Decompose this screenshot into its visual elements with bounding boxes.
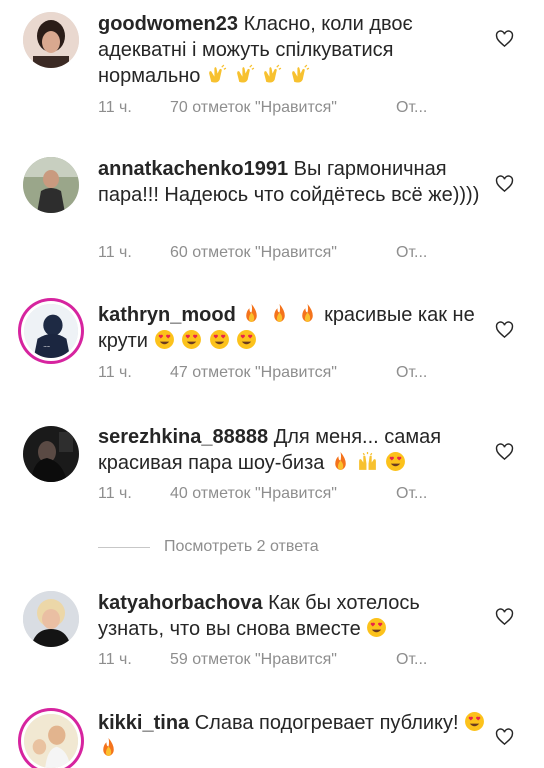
fire-icon	[301, 304, 313, 322]
comment-emojis	[241, 304, 324, 326]
comment-meta: 11 ч. 40 отметок "Нравится" От...	[98, 484, 427, 504]
heart-eyes-icon	[465, 712, 485, 731]
heart-eyes-icon	[209, 330, 229, 349]
like-heart-icon[interactable]	[495, 30, 514, 48]
reply-button[interactable]: От...	[396, 98, 427, 118]
avatar[interactable]	[23, 591, 79, 647]
comment-time: 11 ч.	[98, 99, 132, 116]
comment-likes[interactable]: 59 отметок "Нравится"	[170, 650, 396, 670]
comment-username[interactable]: katyahorbachova	[98, 592, 263, 614]
heart-eyes-icon	[154, 330, 174, 349]
comment-username[interactable]: kikki_tina	[98, 712, 189, 734]
comment-likes[interactable]: 60 отметок "Нравится"	[170, 243, 396, 263]
like-heart-icon[interactable]	[495, 443, 514, 461]
comment-time: 11 ч.	[98, 651, 132, 668]
raising-hands-icon	[359, 452, 377, 470]
heart-eyes-icon	[182, 330, 202, 349]
comment-username[interactable]: serezhkina_88888	[98, 426, 268, 448]
like-heart-icon[interactable]	[495, 175, 514, 193]
like-heart-icon[interactable]	[495, 608, 514, 626]
svg-text:~~: ~~	[43, 344, 50, 350]
comment-meta: 11 ч. 59 отметок "Нравится" От...	[98, 650, 427, 670]
avatar[interactable]	[23, 157, 79, 213]
comment-emojis	[148, 330, 258, 352]
comment-likes[interactable]: 40 отметок "Нравится"	[170, 484, 396, 504]
comment-username[interactable]: goodwomen23	[98, 13, 238, 35]
comment-text: Слава подогревает публику!	[194, 712, 459, 734]
comment-likes[interactable]: 70 отметок "Нравится"	[170, 98, 396, 118]
clapping-hands-icon	[236, 64, 254, 83]
like-heart-icon[interactable]	[495, 728, 514, 746]
comment-emojis	[361, 618, 389, 640]
comment-meta: 11 ч. 70 отметок "Нравится" От...	[98, 98, 427, 118]
heart-eyes-icon	[237, 330, 257, 349]
clapping-hands-icon	[264, 64, 282, 83]
heart-eyes-icon	[386, 452, 405, 471]
reply-button[interactable]: От...	[396, 363, 427, 383]
view-replies-label: Посмотреть 2 ответа	[164, 538, 319, 555]
comment-meta: 11 ч. 47 отметок "Нравится" От...	[98, 363, 427, 383]
clapping-hands-icon	[209, 64, 227, 83]
comment-time: 11 ч.	[98, 244, 132, 261]
fire-icon	[103, 738, 114, 756]
like-heart-icon[interactable]	[495, 321, 514, 339]
view-replies-button[interactable]: Посмотреть 2 ответа	[98, 536, 319, 558]
fire-icon	[274, 304, 285, 322]
avatar[interactable]	[23, 426, 79, 482]
avatar[interactable]	[23, 12, 79, 68]
comment-time: 11 ч.	[98, 364, 132, 381]
heart-eyes-icon	[367, 618, 387, 637]
comment-emojis	[324, 452, 407, 474]
comment-likes[interactable]: 47 отметок "Нравится"	[170, 363, 396, 383]
avatar[interactable]	[24, 714, 78, 768]
reply-button[interactable]: От...	[396, 484, 427, 504]
comment-username[interactable]: annatkachenko1991	[98, 158, 288, 180]
divider-line	[98, 546, 150, 548]
clapping-hands-icon	[291, 64, 309, 83]
reply-button[interactable]: От...	[396, 243, 427, 263]
comment-meta: 11 ч. 60 отметок "Нравится" От...	[98, 243, 427, 263]
comment-username[interactable]: kathryn_mood	[98, 304, 236, 326]
comment-time: 11 ч.	[98, 485, 132, 502]
avatar[interactable]: ~~	[24, 304, 78, 358]
fire-icon	[246, 304, 258, 322]
fire-icon	[335, 452, 346, 470]
reply-button[interactable]: От...	[396, 650, 427, 670]
comment-emojis	[200, 64, 310, 87]
